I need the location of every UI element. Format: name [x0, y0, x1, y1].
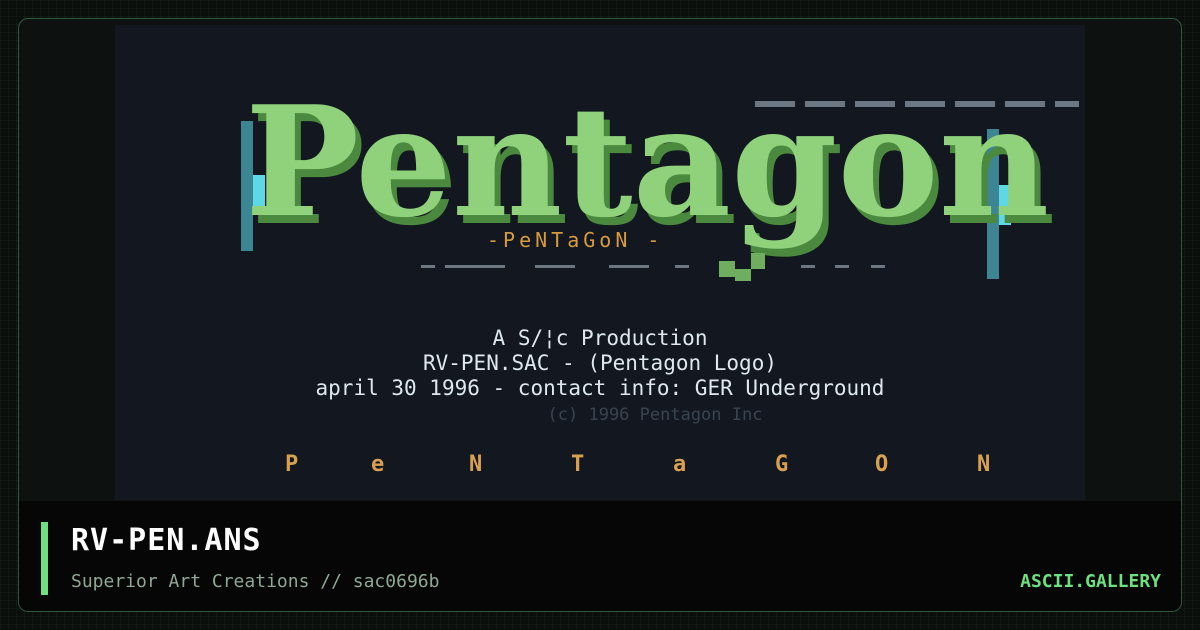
artwork-canvas: Pentagon Pentagon -PeNTaGoN - A S/¦c Pro… [241, 72, 1079, 477]
credit-line-3: april 30 1996 - contact info: GER Underg… [316, 376, 885, 400]
pentagon-logo: Pentagon [245, 72, 1049, 251]
spread-letter: a [673, 452, 686, 477]
dash-line [421, 265, 885, 268]
file-title: RV-PEN.ANS [71, 523, 262, 558]
spread-letter: T [571, 452, 584, 477]
accent-bar [41, 522, 48, 595]
spread-letter: G [775, 452, 788, 477]
credit-line-2: RV-PEN.SAC - (Pentagon Logo) [423, 351, 777, 375]
spread-letter: N [977, 452, 990, 477]
spread-letter: e [371, 452, 384, 477]
card-frame: Pentagon Pentagon -PeNTaGoN - A S/¦c Pro… [18, 18, 1182, 612]
spread-letter: N [469, 452, 482, 477]
credit-line-4: (c) 1996 Pentagon Inc [548, 405, 763, 425]
spread-letter: P [285, 452, 298, 477]
group-subtitle: Superior Art Creations // sac0696b [71, 571, 440, 592]
spread-letter: O [875, 452, 888, 477]
site-brand[interactable]: ASCII.GALLERY [1020, 571, 1161, 592]
info-footer: RV-PEN.ANS Superior Art Creations // sac… [19, 500, 1181, 611]
ansi-artwork: Pentagon Pentagon -PeNTaGoN - A S/¦c Pro… [115, 25, 1085, 501]
credit-line-1: A S/¦c Production [493, 326, 708, 350]
spread-letters: P e N T a G O N [285, 452, 990, 477]
sub-logo: -PeNTaGoN - [487, 228, 663, 252]
